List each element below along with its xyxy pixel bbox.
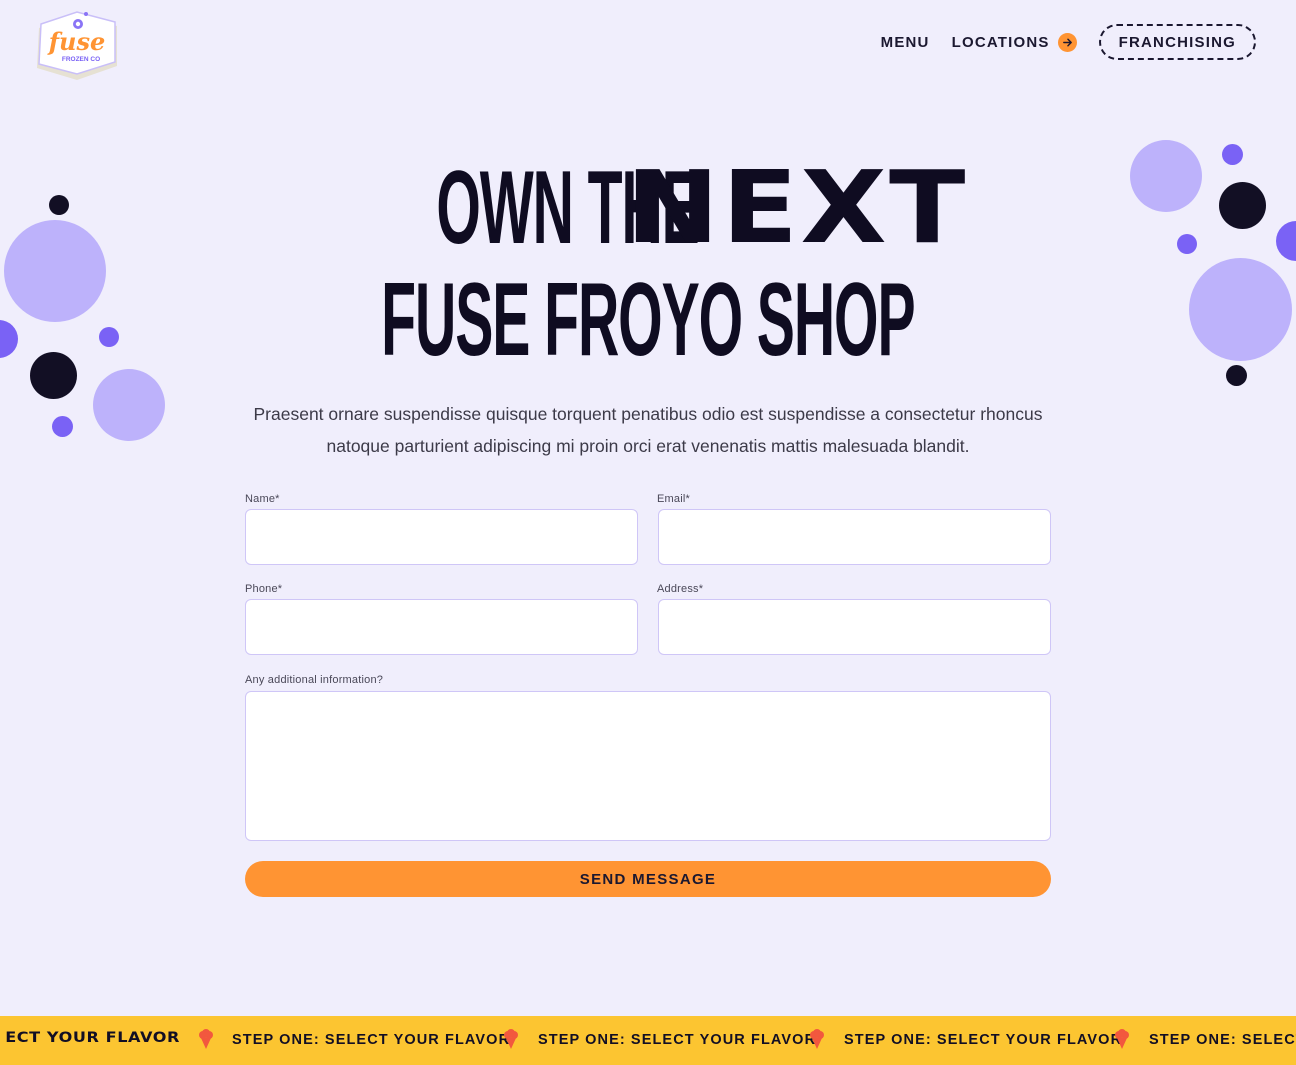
send-message-button[interactable]: SEND MESSAGE xyxy=(245,861,1051,897)
ticker-item-partial: ECT YOUR FLAVOR xyxy=(5,1030,180,1046)
additional-info-label: Any additional information? xyxy=(245,674,384,686)
flavor-ticker: ECT YOUR FLAVOR STEP ONE: SELECT YOUR FL… xyxy=(0,1016,1296,1065)
address-field[interactable] xyxy=(658,599,1051,655)
logo-sub: FROZEN CO xyxy=(62,56,100,63)
ticker-item: STEP ONE: SELECT YOUR FLAVOR xyxy=(844,1032,1123,1048)
ice-cream-icon xyxy=(810,1029,824,1049)
ticker-item: STEP ONE: SELECT YOUR FLAVOR xyxy=(232,1032,511,1048)
decor-dot xyxy=(93,369,165,441)
nav-menu-link[interactable]: MENU xyxy=(881,34,930,51)
page: fuse FROZEN CO MENU LOCATIONS FRANCHISIN… xyxy=(0,0,1296,1065)
hero-title-next: NEXT xyxy=(626,149,968,266)
phone-field[interactable] xyxy=(245,599,638,655)
nav-locations-link[interactable]: LOCATIONS xyxy=(951,32,1077,52)
ice-cream-icon xyxy=(504,1029,518,1049)
hero-intro: Praesent ornare suspendisse quisque torq… xyxy=(253,404,1043,456)
phone-label: Phone* xyxy=(245,583,283,595)
nav-locations-label: LOCATIONS xyxy=(951,33,1050,51)
name-field[interactable] xyxy=(245,509,638,565)
hero-title-line2: FUSE FROYO SHOP xyxy=(0,268,1296,378)
address-label: Address* xyxy=(657,583,704,595)
fuse-logo[interactable]: fuse FROZEN CO xyxy=(31,8,123,84)
email-label: Email* xyxy=(657,493,690,505)
email-field[interactable] xyxy=(658,509,1051,565)
arrow-right-icon xyxy=(1057,32,1077,52)
additional-info-field[interactable] xyxy=(245,691,1051,841)
ice-cream-icon xyxy=(199,1029,213,1049)
franchising-button[interactable]: FRANCHISING xyxy=(1098,24,1256,60)
main-nav: MENU LOCATIONS FRANCHISING xyxy=(881,24,1256,60)
hero-title-line1: OWN THE NEXT xyxy=(0,149,1296,266)
ticker-item: STEP ONE: SELECT YOUR FLAVOR xyxy=(538,1032,817,1048)
decor-dot xyxy=(52,416,73,437)
hero-title-fuse-froyo-shop: FUSE FROYO SHOP xyxy=(381,262,915,378)
ice-cream-icon xyxy=(1115,1029,1129,1049)
logo-word: fuse xyxy=(47,27,106,56)
ticker-item: STEP ONE: SELECT xyxy=(1149,1032,1296,1048)
name-label: Name* xyxy=(245,493,280,505)
